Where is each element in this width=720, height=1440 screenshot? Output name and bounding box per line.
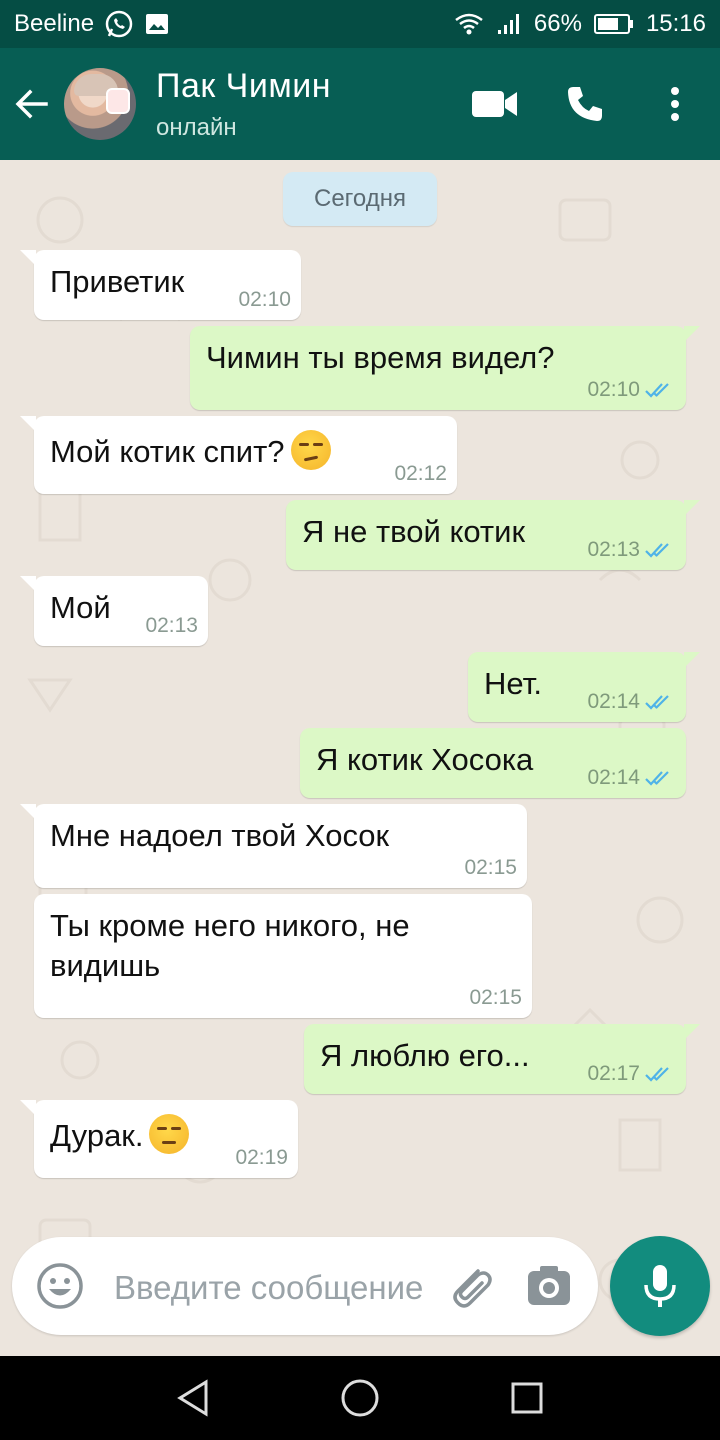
message-incoming[interactable]: Мне надоел твой Хосок 02:15 xyxy=(20,804,527,888)
read-ticks-icon xyxy=(645,695,669,710)
message-time: 02:15 xyxy=(469,986,522,1009)
overflow-menu-button[interactable] xyxy=(630,48,720,160)
message-time: 02:13 xyxy=(145,614,198,637)
nav-recents-button[interactable] xyxy=(497,1368,557,1428)
message-outgoing[interactable]: Я котик Хосока 02:14 xyxy=(300,728,686,798)
message-outgoing[interactable]: Нет. 02:14 xyxy=(468,652,700,722)
battery-percent: 66% xyxy=(533,10,582,37)
smirk-emoji-icon xyxy=(290,430,331,470)
message-time: 02:13 xyxy=(587,538,640,561)
triangle-back-icon xyxy=(177,1379,208,1417)
back-arrow-icon xyxy=(15,89,48,119)
message-text: Я котик Хосока xyxy=(316,742,534,777)
message-composer[interactable]: Введите сообщение xyxy=(12,1237,598,1335)
signal-icon xyxy=(496,12,522,36)
paperclip-icon[interactable] xyxy=(444,1261,496,1313)
unamused-emoji-icon xyxy=(149,1114,190,1154)
contact-status: онлайн xyxy=(156,113,237,141)
message-incoming[interactable]: Мой котик спит? 02:12 xyxy=(20,416,457,494)
message-incoming[interactable]: Дурак. 02:19 xyxy=(20,1100,298,1178)
read-ticks-icon xyxy=(645,771,669,786)
message-text: Нет. xyxy=(484,666,542,701)
chat-header: Пак Чимин онлайн xyxy=(0,48,720,160)
message-text: Чимин ты время видел? xyxy=(206,340,555,375)
message-text: Я не твой котик xyxy=(302,514,526,549)
message-time: 02:17 xyxy=(587,1062,640,1085)
video-camera-icon xyxy=(472,91,517,117)
message-outgoing[interactable]: Чимин ты время видел? 02:10 xyxy=(190,326,700,410)
battery-icon xyxy=(593,13,634,35)
message-incoming[interactable]: Приветик 02:10 xyxy=(20,250,301,320)
message-time: 02:15 xyxy=(464,856,517,879)
message-outgoing[interactable]: Я люблю его... 02:17 xyxy=(304,1024,700,1094)
message-incoming[interactable]: Ты кроме него никого, не видишь 02:15 xyxy=(34,894,532,1018)
clock: 15:16 xyxy=(645,10,706,37)
message-time: 02:14 xyxy=(587,690,640,713)
square-recents-icon xyxy=(511,1382,543,1414)
read-ticks-icon xyxy=(645,383,669,398)
message-text: Я люблю его... xyxy=(320,1038,530,1073)
read-ticks-icon xyxy=(645,543,669,558)
message-text: Дурак. xyxy=(50,1118,144,1154)
wifi-icon xyxy=(454,12,484,36)
message-time: 02:12 xyxy=(394,462,447,485)
message-text: Приветик xyxy=(50,264,185,299)
carrier-label: Beeline xyxy=(14,10,95,37)
message-time: 02:14 xyxy=(587,766,640,789)
message-text: Мне надоел твой Хосок xyxy=(50,818,390,853)
voice-record-button[interactable] xyxy=(610,1236,710,1336)
message-list[interactable]: Сегодня Приветик 02:10 Чимин ты время ви… xyxy=(0,160,720,1356)
status-bar: Beeline 66% 15:16 xyxy=(0,0,720,48)
system-navigation-bar xyxy=(0,1356,720,1440)
message-time: 02:19 xyxy=(235,1146,288,1169)
emoji-picker-icon[interactable] xyxy=(36,1262,84,1310)
message-incoming[interactable]: Мой 02:13 xyxy=(20,576,208,646)
message-input[interactable]: Введите сообщение xyxy=(114,1269,423,1307)
message-text: Ты кроме него никого, не видишь xyxy=(50,908,410,983)
camera-icon[interactable] xyxy=(526,1263,572,1309)
message-text: Мой котик спит? xyxy=(50,434,285,470)
phone-icon xyxy=(568,87,602,121)
whatsapp-notification-icon xyxy=(104,9,134,39)
message-time: 02:10 xyxy=(587,378,640,401)
contact-avatar[interactable] xyxy=(64,68,136,140)
microphone-icon xyxy=(644,1265,676,1307)
message-time: 02:10 xyxy=(238,288,291,311)
message-text: Мой xyxy=(50,590,111,625)
nav-back-button[interactable] xyxy=(163,1368,223,1428)
image-notification-icon xyxy=(144,11,170,37)
more-vert-icon xyxy=(671,87,679,121)
back-button[interactable] xyxy=(2,48,62,160)
message-outgoing[interactable]: Я не твой котик 02:13 xyxy=(286,500,700,570)
nav-home-button[interactable] xyxy=(330,1368,390,1428)
voice-call-button[interactable] xyxy=(540,48,630,160)
contact-name: Пак Чимин xyxy=(156,66,331,105)
video-call-button[interactable] xyxy=(450,48,540,160)
circle-home-icon xyxy=(341,1379,379,1417)
read-ticks-icon xyxy=(645,1067,669,1082)
contact-info[interactable]: Пак Чимин онлайн xyxy=(156,67,331,142)
date-divider: Сегодня xyxy=(283,172,437,226)
